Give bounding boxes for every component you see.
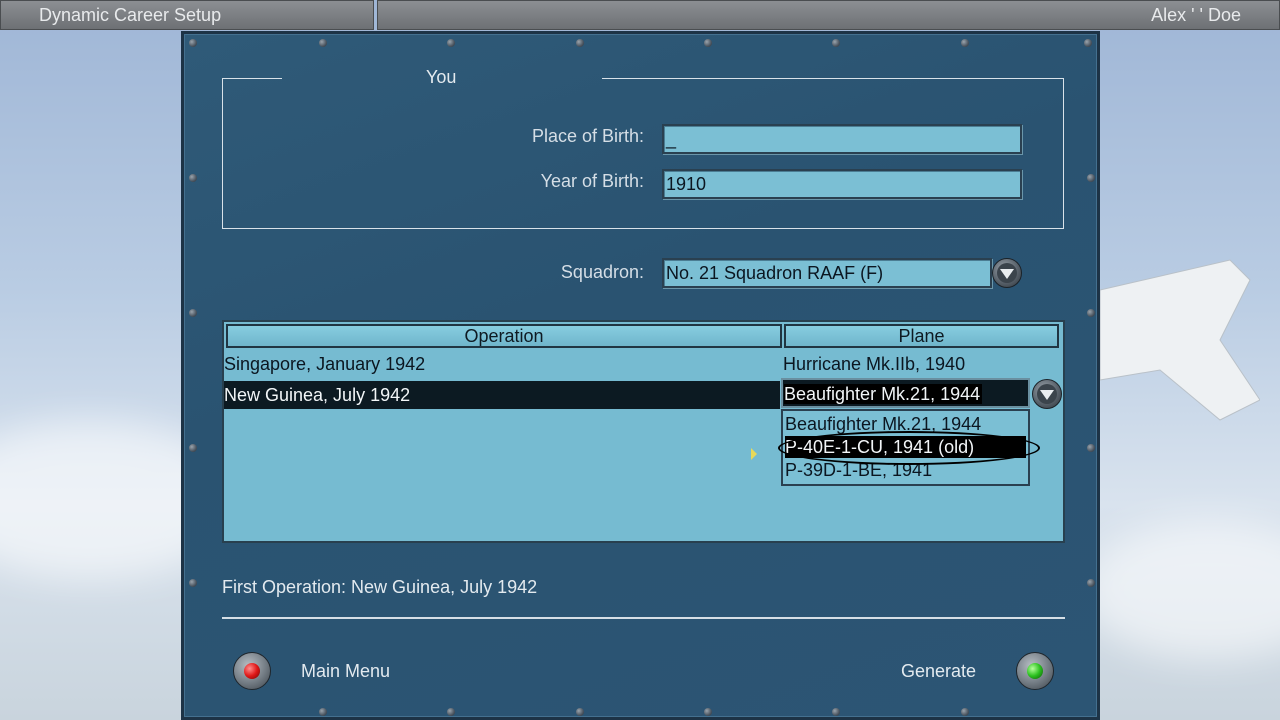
- background-aircraft-tail: [1100, 259, 1260, 421]
- plane-dropdown-button[interactable]: [1032, 379, 1062, 409]
- red-lamp-icon: [244, 663, 260, 679]
- rivet: [576, 39, 584, 47]
- rivet: [1087, 309, 1095, 317]
- squadron-select[interactable]: No. 21 Squadron RAAF (F): [662, 258, 992, 288]
- rivet: [319, 708, 327, 716]
- player-name-bar: Alex ' ' Doe: [377, 0, 1280, 30]
- groupbox-border: [222, 78, 282, 79]
- divider: [222, 617, 1065, 619]
- you-section-title: You: [426, 67, 457, 87]
- column-header-plane[interactable]: Plane: [784, 324, 1059, 348]
- generate-label[interactable]: Generate: [901, 661, 976, 682]
- window-title: Dynamic Career Setup: [39, 5, 222, 25]
- rivet: [447, 39, 455, 47]
- rivet: [1084, 39, 1092, 47]
- rivet: [189, 39, 197, 47]
- column-header-operation[interactable]: Operation: [226, 324, 782, 348]
- plane-select[interactable]: Beaufighter Mk.21, 1944: [781, 378, 1030, 408]
- rivet: [1087, 444, 1095, 452]
- squadron-dropdown-button[interactable]: [992, 258, 1022, 288]
- rivet: [189, 309, 197, 317]
- operation-cell: Singapore, January 1942: [224, 354, 426, 374]
- rivet: [576, 708, 584, 716]
- rivet: [189, 579, 197, 587]
- background-cloud: [1080, 520, 1280, 660]
- rivet: [1087, 579, 1095, 587]
- rivet: [961, 39, 969, 47]
- year-of-birth-input[interactable]: 1910: [662, 169, 1022, 199]
- squadron-label: Squadron:: [560, 262, 644, 282]
- rivet: [189, 444, 197, 452]
- rivet: [961, 708, 969, 716]
- main-menu-button[interactable]: [233, 652, 271, 690]
- rivet: [1087, 174, 1095, 182]
- chevron-down-icon: [1000, 269, 1014, 279]
- first-operation-text: First Operation: New Guinea, July 1942: [222, 577, 538, 597]
- table-row-selected[interactable]: New Guinea, July 1942: [224, 381, 780, 409]
- rivet: [189, 174, 197, 182]
- annotation-circle: [778, 431, 1040, 465]
- rivet: [704, 708, 712, 716]
- rivet: [832, 39, 840, 47]
- table-row[interactable]: Singapore, January 1942 Hurricane Mk.IIb…: [224, 350, 1063, 378]
- rivet: [832, 708, 840, 716]
- career-setup-panel: You Place of Birth: _ Year of Birth: 191…: [181, 31, 1100, 720]
- rivet: [447, 708, 455, 716]
- plane-select-value: Beaufighter Mk.21, 1944: [784, 384, 983, 404]
- window-title-bar: Dynamic Career Setup: [0, 0, 374, 30]
- mouse-cursor-icon: [751, 448, 757, 460]
- rivet: [319, 39, 327, 47]
- operation-cell: New Guinea, July 1942: [224, 385, 411, 405]
- main-menu-label[interactable]: Main Menu: [301, 661, 390, 682]
- player-name: Alex ' ' Doe: [1151, 5, 1241, 25]
- place-of-birth-label: Place of Birth:: [531, 126, 644, 146]
- green-lamp-icon: [1027, 663, 1043, 679]
- year-of-birth-label: Year of Birth:: [540, 171, 644, 191]
- groupbox-border: [602, 78, 1064, 79]
- rivet: [704, 39, 712, 47]
- place-of-birth-input[interactable]: _: [662, 124, 1022, 154]
- chevron-down-icon: [1040, 390, 1054, 400]
- plane-cell: Hurricane Mk.IIb, 1940: [783, 354, 966, 374]
- generate-button[interactable]: [1016, 652, 1054, 690]
